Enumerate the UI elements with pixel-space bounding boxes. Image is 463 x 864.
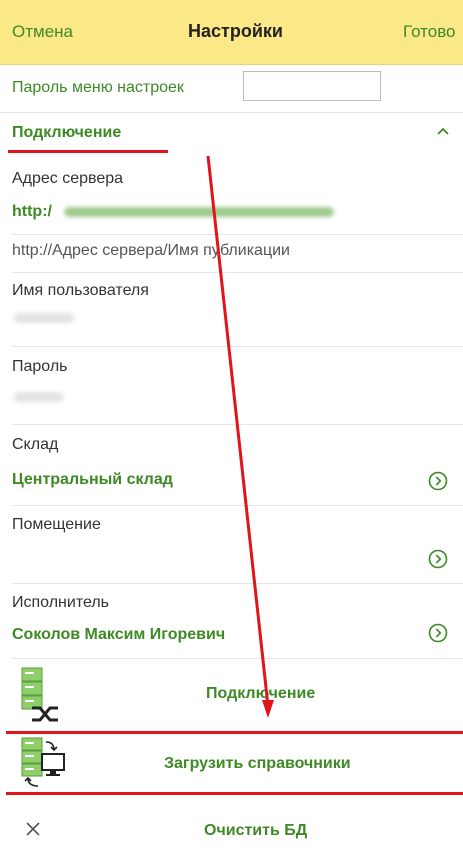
annotation-arrow xyxy=(206,155,274,718)
